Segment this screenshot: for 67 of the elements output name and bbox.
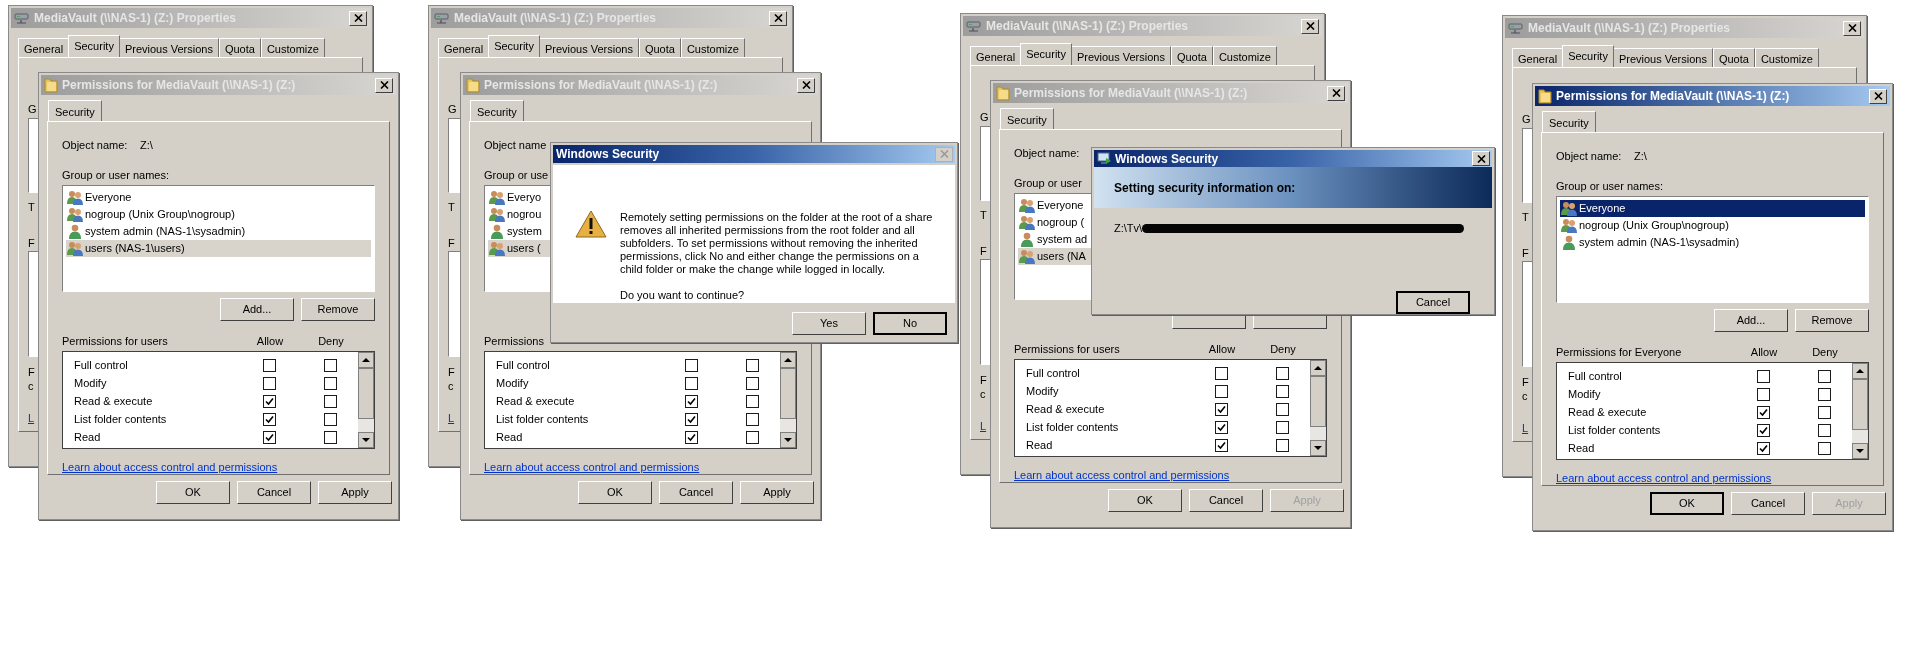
- object-name-value: Z:\: [1634, 149, 1647, 163]
- field-label: Group or user names:: [62, 168, 169, 182]
- field-label: T: [1522, 210, 1529, 224]
- permission-name: Read: [1567, 440, 1596, 456]
- field-label: F: [448, 365, 455, 379]
- window-title: Windows Security: [556, 146, 661, 163]
- column-header: Allow: [256, 334, 284, 348]
- permission-name: Modify: [495, 375, 530, 391]
- permission-name: Read & execute: [495, 393, 576, 409]
- field-label: F: [980, 373, 987, 387]
- field-label: Object name:: [62, 138, 129, 152]
- permission-name: Read & execute: [1567, 404, 1648, 420]
- field-label: Group or use: [484, 168, 549, 182]
- column-header: Allow: [1750, 345, 1778, 359]
- field-label: T: [980, 208, 987, 222]
- warning-message: Remotely setting permissions on the folder at the root of a share removes all inherited permissions from the root folder and all subfolders. To set permissions without removing the inherited permissions, click No and either change the permissions on a child folder or make the change while logged in locally.: [620, 211, 934, 276]
- field-label: F: [1522, 246, 1529, 260]
- question-text: Do you want to continue?: [620, 289, 746, 302]
- permission-name: Modify: [73, 375, 108, 391]
- permission-name: Read: [495, 429, 524, 445]
- field-label: T: [448, 200, 455, 214]
- field-label: F: [28, 365, 35, 379]
- permission-name: List folder contents: [1567, 422, 1662, 438]
- column-header: Deny: [1270, 342, 1296, 356]
- object-name-value: Z:\: [140, 138, 153, 152]
- field-label: Group or user names:: [1556, 179, 1663, 193]
- field-label: Object name:: [1014, 146, 1081, 160]
- permission-name: Read: [1025, 437, 1054, 453]
- column-header: Deny: [1812, 345, 1838, 359]
- field-label: c: [980, 387, 986, 401]
- field-label: G: [1522, 112, 1531, 126]
- window-title: Permissions for MediaVault (\\NAS-1) (Z:): [1556, 88, 1791, 105]
- permission-name: Read & execute: [73, 393, 154, 409]
- permission-name: Full control: [73, 357, 129, 373]
- field-label: T: [28, 200, 35, 214]
- field-label: c: [448, 379, 454, 393]
- field-label: Permissions: [484, 334, 544, 348]
- field-label: Object name: [484, 138, 548, 152]
- permission-name: List folder contents: [73, 411, 168, 427]
- field-label: Object name:: [1556, 149, 1623, 163]
- field-label: c: [1522, 389, 1528, 403]
- window-title: Windows Security: [1115, 150, 1220, 168]
- field-label: c: [28, 379, 34, 393]
- permission-name: Read: [73, 429, 102, 445]
- field-label: Permissions for Everyone: [1556, 345, 1682, 359]
- field-label: G: [448, 102, 457, 116]
- permission-name: Full control: [495, 357, 551, 373]
- column-header: Allow: [1208, 342, 1236, 356]
- field-label: F: [28, 236, 35, 250]
- field-label: F: [980, 244, 987, 258]
- field-label: G: [28, 102, 37, 116]
- permission-name: List folder contents: [495, 411, 590, 427]
- folder-path: Z:\Tv\: [1114, 220, 1143, 236]
- permission-name: Modify: [1025, 383, 1060, 399]
- permission-name: Modify: [1567, 386, 1602, 402]
- permission-name: Full control: [1567, 368, 1623, 384]
- field-label: G: [980, 110, 989, 124]
- heading: Setting security information on:: [1114, 179, 1296, 197]
- permission-name: Read & execute: [1025, 401, 1106, 417]
- field-label: F: [448, 236, 455, 250]
- permission-name: List folder contents: [1025, 419, 1120, 435]
- field-label: Group or user: [1014, 176, 1082, 190]
- field-label: F: [1522, 375, 1529, 389]
- permission-name: Full control: [1025, 365, 1081, 381]
- column-header: Deny: [318, 334, 344, 348]
- field-label: Permissions for users: [1014, 342, 1120, 356]
- field-label: Permissions for users: [62, 334, 168, 348]
